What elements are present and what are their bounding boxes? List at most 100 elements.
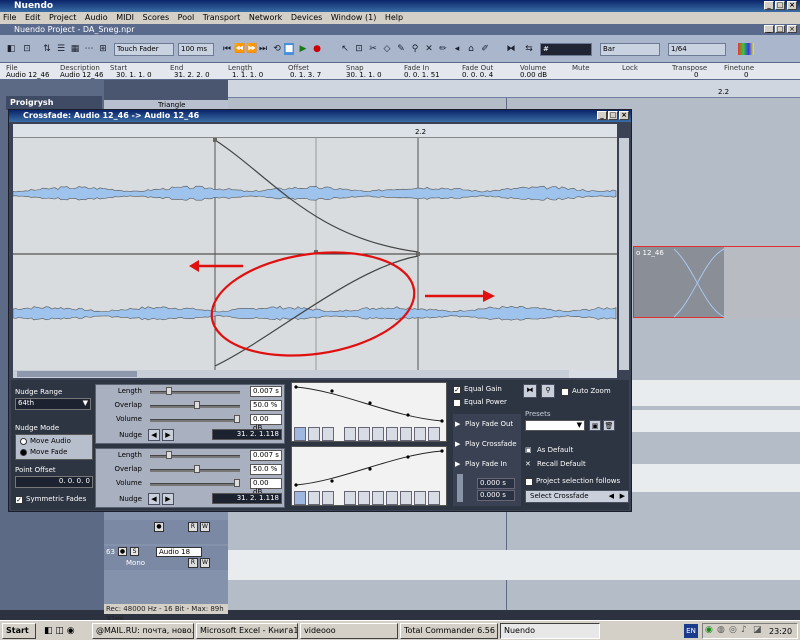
autoscroll-icon[interactable]: ⇆: [524, 43, 534, 55]
fast-forward-icon[interactable]: ⏩: [246, 43, 257, 55]
fade-out-volume-slider[interactable]: [150, 419, 240, 422]
point-offset-field[interactable]: 0. 0. 0. 0: [15, 476, 93, 488]
fade-out-nudge-field[interactable]: 31. 2. 1.118: [212, 429, 282, 440]
range-tool-icon[interactable]: ⊡: [354, 43, 364, 55]
language-indicator[interactable]: EN: [684, 624, 698, 638]
quick-launch[interactable]: ◧ ◫ ◉: [44, 624, 90, 638]
fade-in-preset-3[interactable]: [372, 491, 384, 505]
stop-icon[interactable]: ■: [284, 43, 294, 55]
info-value-fade-out[interactable]: 0. 0. 0. 4: [462, 71, 493, 79]
menu-pool[interactable]: Pool: [175, 13, 198, 22]
zoom-tool-icon[interactable]: ⚲: [410, 43, 420, 55]
info-value-start[interactable]: 30. 1. 1. 0: [116, 71, 152, 79]
menu-window[interactable]: Window (1): [328, 13, 379, 22]
info-value-file[interactable]: Audio 12_46: [6, 71, 49, 79]
task-total-commander[interactable]: Total Commander 6.56 - ...: [400, 623, 498, 639]
fade-in-volume-knob[interactable]: [234, 479, 240, 487]
zoom-slider[interactable]: [569, 370, 617, 378]
select-prev-icon[interactable]: ◀: [609, 491, 614, 501]
fade-out-volume-field[interactable]: 0.00 dB: [250, 414, 282, 432]
store-preset-icon[interactable]: ▣: [589, 420, 601, 431]
tray-icon-2[interactable]: ◍: [717, 625, 725, 635]
equal-power-checkbox[interactable]: [453, 399, 461, 407]
play-crossfade-button[interactable]: Play Crossfade: [465, 440, 517, 448]
track-63-mute-button[interactable]: ●: [118, 547, 127, 556]
split-tool-icon[interactable]: ✂: [368, 43, 378, 55]
snap-icon[interactable]: ⧓: [506, 43, 516, 55]
fade-out-preset-7[interactable]: [428, 427, 440, 441]
menu-transport[interactable]: Transport: [200, 13, 244, 22]
color-palette-icon[interactable]: [738, 43, 754, 55]
crossfade-maximize-button[interactable]: □: [608, 111, 618, 120]
crossfade-horizontal-scrollbar[interactable]: [13, 370, 617, 378]
menu-audio[interactable]: Audio: [82, 13, 111, 22]
select-crossfade-control[interactable]: Select Crossfade ◀ ▶: [525, 490, 629, 503]
task-videooo[interactable]: videooo: [300, 623, 398, 639]
volume-icon[interactable]: ♪: [741, 625, 747, 635]
project-selection-follows-checkbox[interactable]: [525, 478, 533, 486]
color-tool-icon[interactable]: ✐: [480, 43, 490, 55]
menu-project[interactable]: Project: [46, 13, 79, 22]
fade-in-volume-field[interactable]: 0.00 dB: [250, 478, 282, 496]
play-tool-icon[interactable]: ◂: [452, 43, 462, 55]
fade-in-preset-5[interactable]: [400, 491, 412, 505]
fade-in-preset-2[interactable]: [358, 491, 370, 505]
info-value-description[interactable]: Audio 12_46: [60, 71, 103, 79]
quantize-icon[interactable]: ⋯: [84, 43, 94, 55]
track-63-solo-button[interactable]: S: [130, 547, 139, 556]
project-maximize-button[interactable]: □: [775, 25, 785, 33]
erase-tool-icon[interactable]: ✎: [396, 43, 406, 55]
fade-in-length-knob[interactable]: [166, 451, 172, 459]
fade-in-curve-editor[interactable]: [291, 446, 447, 506]
snap-mode-select[interactable]: Bar: [600, 43, 660, 56]
fade-out-preset-3[interactable]: [372, 427, 384, 441]
fade-out-linear-preset[interactable]: [322, 427, 334, 441]
crossfade-event[interactable]: o 12_46: [633, 246, 800, 319]
info-value-offset[interactable]: 0. 1. 3. 7: [290, 71, 321, 79]
project-minimize-button[interactable]: _: [764, 25, 774, 33]
fade-in-volume-slider[interactable]: [150, 483, 240, 486]
fade-out-preset-1[interactable]: [344, 427, 356, 441]
scrollbar-thumb[interactable]: [17, 371, 137, 377]
info-value-snap[interactable]: 30. 1. 1. 0: [346, 71, 382, 79]
folder-track[interactable]: Proigrysh: [6, 96, 102, 110]
task-excel[interactable]: Microsoft Excel - Книга1: [196, 623, 298, 639]
fade-in-preset-7[interactable]: [428, 491, 440, 505]
menu-edit[interactable]: Edit: [22, 13, 44, 22]
fade-in-preset-1[interactable]: [344, 491, 356, 505]
select-next-icon[interactable]: ▶: [620, 491, 625, 501]
fade-in-damped-preset[interactable]: [308, 491, 320, 505]
project-ruler[interactable]: 2.2: [228, 80, 800, 98]
fade-out-preset-5[interactable]: [400, 427, 412, 441]
time-select[interactable]: 100 ms: [178, 43, 214, 56]
info-value-volume[interactable]: 0.00 dB: [520, 71, 547, 79]
record-icon[interactable]: ●: [312, 43, 322, 55]
fade-out-nudge-right-icon[interactable]: ▶: [162, 429, 174, 441]
track-62-mute-button[interactable]: ●: [154, 522, 164, 532]
draw-tool-icon[interactable]: ✏: [438, 43, 448, 55]
auto-zoom-checkbox[interactable]: [561, 388, 569, 396]
track-63[interactable]: 63 ● S Audio 18 Mono R W: [104, 546, 228, 570]
menu-devices[interactable]: Devices: [288, 13, 326, 22]
fade-in-nudge-left-icon[interactable]: ◀: [148, 493, 160, 505]
menu-file[interactable]: File: [0, 13, 19, 22]
fade-in-nudge-right-icon[interactable]: ▶: [162, 493, 174, 505]
close-button[interactable]: ×: [787, 1, 797, 10]
post-roll-field[interactable]: 0.000 s: [477, 490, 515, 501]
menu-scores[interactable]: Scores: [140, 13, 173, 22]
grid-icon[interactable]: ▦: [70, 43, 80, 55]
project-close-button[interactable]: ×: [787, 25, 797, 33]
symmetric-fades-checkbox[interactable]: ✓: [15, 496, 23, 504]
fade-out-length-knob[interactable]: [166, 387, 172, 395]
equal-gain-checkbox[interactable]: ✓: [453, 386, 461, 394]
go-to-end-icon[interactable]: ⏭: [258, 43, 268, 55]
info-value-transpose[interactable]: 0: [694, 71, 698, 79]
fade-out-spline-preset[interactable]: [294, 427, 306, 441]
task-nuendo[interactable]: Nuendo: [500, 623, 600, 639]
pre-roll-field[interactable]: 0.000 s: [477, 478, 515, 489]
stereo-icon[interactable]: ⧓: [523, 384, 537, 398]
rewind-icon[interactable]: ⏪: [234, 43, 245, 55]
tray-icon-1[interactable]: ◉: [705, 625, 713, 635]
object-select-tool-icon[interactable]: ↖: [340, 43, 350, 55]
fade-out-overlap-knob[interactable]: [194, 401, 200, 409]
